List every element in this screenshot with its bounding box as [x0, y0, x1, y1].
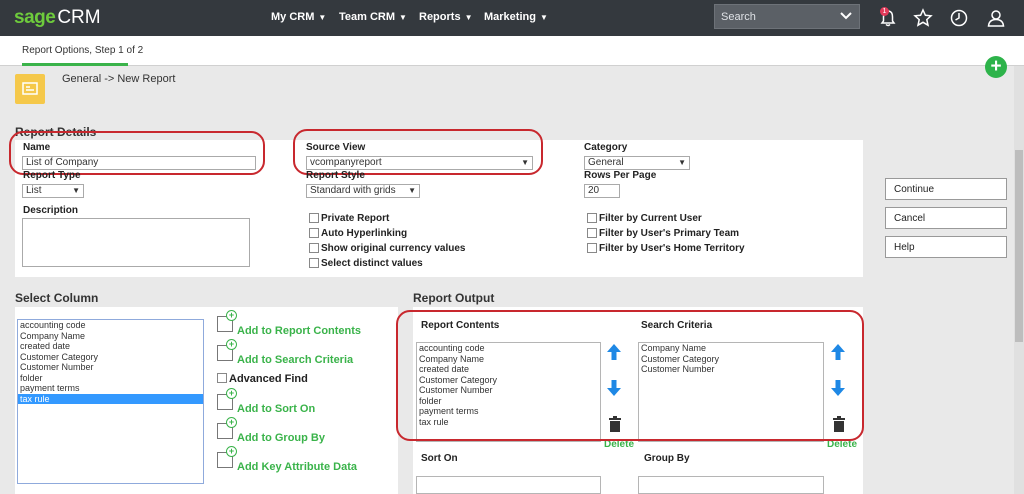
- private-report-checkbox[interactable]: [309, 213, 319, 223]
- report-type-value: List: [26, 185, 42, 196]
- auto-hyperlinking-checkbox[interactable]: [309, 228, 319, 238]
- add-key-attribute-icon[interactable]: [217, 446, 237, 468]
- add-to-search-criteria-link[interactable]: Add to Search Criteria: [237, 354, 353, 366]
- breadcrumb: General -> New Report: [62, 73, 176, 85]
- user-icon[interactable]: [986, 8, 1006, 28]
- top-nav-bar: sage CRM My CRM ▼ Team CRM ▼ Reports ▼ Marke…: [0, 0, 1024, 36]
- sort-on-listbox[interactable]: [416, 476, 601, 494]
- report-icon: [15, 74, 45, 104]
- select-column-title: Select Column: [15, 291, 99, 305]
- list-item[interactable]: accounting code: [18, 320, 203, 331]
- select-distinct-checkbox[interactable]: [309, 258, 319, 268]
- nav-marketing[interactable]: Marketing ▼: [484, 11, 548, 23]
- report-type-label: Report Type: [23, 170, 81, 181]
- private-report-label: Private Report: [321, 213, 390, 224]
- report-style-label: Report Style: [306, 170, 365, 181]
- filter-primary-team-label: Filter by User's Primary Team: [599, 228, 740, 239]
- category-label: Category: [584, 142, 628, 153]
- search-placeholder: Search: [721, 11, 756, 23]
- source-view-highlight: [293, 129, 543, 175]
- caret-down-icon: ▼: [72, 186, 80, 195]
- add-to-group-by-icon[interactable]: [217, 417, 237, 439]
- caret-down-icon: ▼: [318, 13, 327, 22]
- add-to-sort-on-icon[interactable]: [217, 388, 237, 410]
- sort-on-label: Sort On: [421, 453, 458, 464]
- filter-primary-team-checkbox[interactable]: [587, 228, 597, 238]
- description-textarea[interactable]: [22, 218, 250, 267]
- description-label: Description: [23, 205, 79, 216]
- list-item[interactable]: Company Name: [18, 331, 203, 342]
- sage-crm-logo[interactable]: sage CRM: [14, 7, 101, 29]
- nav-team-crm[interactable]: Team CRM ▼: [339, 11, 407, 23]
- show-original-currency-checkbox[interactable]: [309, 243, 319, 253]
- add-to-search-criteria-icon[interactable]: [217, 339, 237, 361]
- rows-per-page-input[interactable]: 20: [584, 184, 620, 198]
- nav-marketing-label: Marketing: [484, 11, 536, 23]
- logo-brand: sage: [14, 7, 56, 28]
- nav-reports-label: Reports: [419, 11, 461, 23]
- logo-product: CRM: [57, 7, 101, 28]
- caret-down-icon: ▼: [464, 13, 473, 22]
- add-key-attribute-link[interactable]: Add Key Attribute Data: [237, 461, 357, 473]
- nav-team-crm-label: Team CRM: [339, 11, 396, 23]
- name-highlight: [9, 131, 265, 175]
- scrollbar-thumb[interactable]: [1015, 150, 1023, 342]
- filter-home-territory-label: Filter by User's Home Territory: [599, 243, 745, 254]
- search-input[interactable]: Search: [714, 4, 860, 29]
- help-button[interactable]: Help: [885, 236, 1007, 258]
- continue-button[interactable]: Continue: [885, 178, 1007, 200]
- caret-down-icon: ▼: [678, 158, 686, 167]
- caret-down-icon: ▼: [408, 186, 416, 195]
- cancel-button[interactable]: Cancel: [885, 207, 1007, 229]
- report-style-select[interactable]: Standard with grids ▼: [306, 184, 420, 198]
- show-original-currency-label: Show original currency values: [321, 243, 466, 254]
- add-to-report-contents-link[interactable]: Add to Report Contents: [237, 325, 361, 337]
- column-listbox[interactable]: accounting code Company Name created dat…: [17, 319, 204, 484]
- advanced-find-label: Advanced Find: [229, 373, 308, 385]
- star-icon[interactable]: [913, 8, 933, 28]
- category-select[interactable]: General ▼: [584, 156, 690, 170]
- filter-home-territory-checkbox[interactable]: [587, 243, 597, 253]
- add-to-report-contents-icon[interactable]: [217, 310, 237, 332]
- nav-my-crm[interactable]: My CRM ▼: [271, 11, 326, 23]
- add-to-group-by-link[interactable]: Add to Group By: [237, 432, 325, 444]
- add-new-button[interactable]: +: [985, 56, 1007, 78]
- tab-report-options[interactable]: Report Options, Step 1 of 2: [22, 45, 143, 56]
- report-output-title: Report Output: [413, 291, 495, 305]
- list-item[interactable]: folder: [18, 373, 203, 384]
- list-item[interactable]: Customer Category: [18, 352, 203, 363]
- nav-my-crm-label: My CRM: [271, 11, 315, 23]
- select-distinct-label: Select distinct values: [321, 258, 423, 269]
- tab-strip: Report Options, Step 1 of 2: [0, 36, 1024, 66]
- caret-down-icon: ▼: [399, 13, 407, 22]
- list-item-selected[interactable]: tax rule: [18, 393, 203, 404]
- group-by-label: Group By: [644, 453, 690, 464]
- filter-current-user-checkbox[interactable]: [587, 213, 597, 223]
- report-type-select[interactable]: List ▼: [22, 184, 84, 198]
- category-value: General: [588, 157, 624, 168]
- list-item[interactable]: Customer Number: [18, 362, 203, 373]
- notification-badge: 1: [880, 7, 889, 16]
- filter-current-user-label: Filter by Current User: [599, 213, 702, 224]
- report-style-value: Standard with grids: [310, 185, 396, 196]
- active-tab-indicator: [22, 63, 128, 66]
- list-item[interactable]: created date: [18, 341, 203, 352]
- chevron-down-icon[interactable]: [839, 9, 853, 23]
- add-to-sort-on-link[interactable]: Add to Sort On: [237, 403, 315, 415]
- rows-per-page-label: Rows Per Page: [584, 170, 657, 181]
- caret-down-icon: ▼: [539, 13, 548, 22]
- list-item[interactable]: payment terms: [18, 383, 203, 394]
- advanced-find-checkbox[interactable]: [217, 373, 227, 383]
- nav-reports[interactable]: Reports ▼: [419, 11, 472, 23]
- report-output-highlight: [396, 310, 864, 441]
- group-by-listbox[interactable]: [638, 476, 824, 494]
- clock-icon[interactable]: [949, 8, 969, 28]
- auto-hyperlinking-label: Auto Hyperlinking: [321, 228, 408, 239]
